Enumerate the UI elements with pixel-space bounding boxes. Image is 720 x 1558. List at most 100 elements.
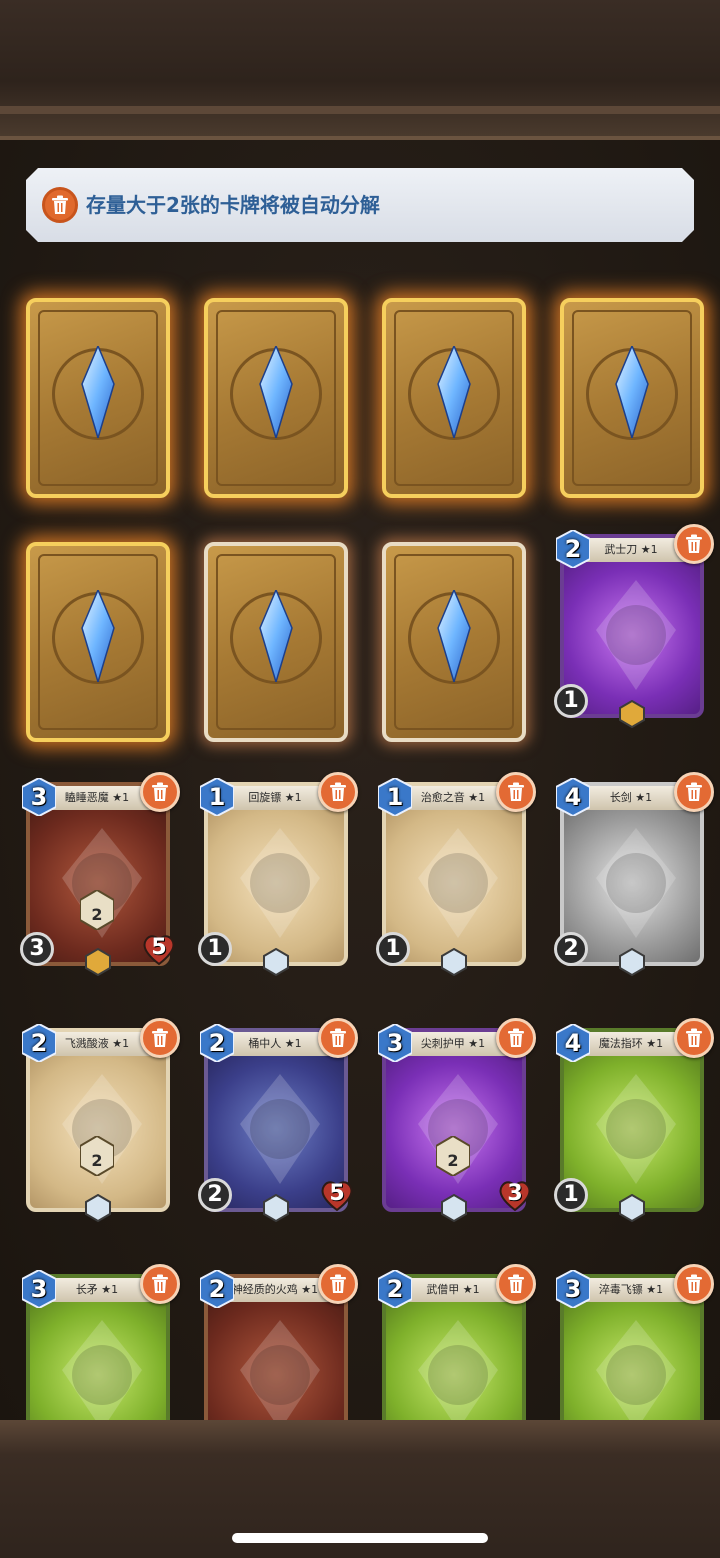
card-art [220,1064,340,1194]
crystal-gem-icon [81,590,115,682]
trash-icon [152,782,168,801]
delete-card-button[interactable] [674,524,714,564]
card[interactable]: 魔法指环 ★1 4 1 [554,1018,714,1228]
health-value: 5 [151,935,167,960]
top-wood-frame [0,0,720,140]
silver-rarity-gem-icon [440,947,468,977]
card[interactable]: 飞溅酸液 ★1 2 2 [22,1018,180,1228]
delete-card-button[interactable] [140,1018,180,1058]
cost-value: 1 [386,783,404,811]
card[interactable]: 尖刺护甲 ★1 2 3 3 [378,1018,536,1228]
silver-rarity-gem-icon [262,1193,290,1223]
trash-icon [686,1028,702,1047]
cost-value: 4 [564,1029,582,1057]
cost-gem: 3 [22,778,56,816]
cost-value: 4 [564,783,582,811]
card[interactable]: 桶中人 ★1 2 2 5 [198,1018,358,1228]
card[interactable]: 回旋镖 ★1 1 1 [198,772,358,982]
cost-gem: 4 [556,1024,590,1062]
ability-badge: 2 [436,1136,470,1176]
card-back[interactable] [560,298,704,498]
attack-value: 1 [554,1178,588,1212]
cost-gem: 1 [200,778,234,816]
health-heart: 3 [498,1178,532,1212]
card-art [576,1064,696,1194]
health-heart: 5 [320,1178,354,1212]
delete-card-button[interactable] [674,772,714,812]
crystal-gem-icon [437,590,471,682]
card-art [576,570,696,700]
trash-icon [330,1274,346,1293]
card-back-frame [204,298,348,498]
crystal-gem-icon [259,346,293,438]
cost-gem: 3 [22,1270,56,1308]
silver-rarity-gem-icon [618,947,646,977]
silver-rarity-gem-icon [262,947,290,977]
trash-icon [508,1274,524,1293]
delete-card-button[interactable] [140,772,180,812]
card[interactable]: 治愈之音 ★1 1 1 [376,772,536,982]
delete-card-button[interactable] [496,1264,536,1304]
delete-card-button[interactable] [318,772,358,812]
card-art [220,818,340,948]
cost-value: 2 [30,1029,48,1057]
trash-icon [686,1274,702,1293]
card-art [576,818,696,948]
cost-gem: 2 [22,1024,56,1062]
delete-card-button[interactable] [140,1264,180,1304]
delete-card-button[interactable] [318,1264,358,1304]
trash-icon [152,1028,168,1047]
card[interactable]: 瞌睡恶魔 ★1 2 3 3 5 [20,772,180,982]
attack-value: 2 [198,1178,232,1212]
delete-card-button[interactable] [674,1264,714,1304]
attack-value: 1 [198,932,232,966]
delete-card-button[interactable] [496,772,536,812]
cost-value: 3 [30,783,48,811]
cost-gem: 3 [378,1024,412,1062]
crystal-gem-icon [437,346,471,438]
silver-rarity-gem-icon [618,1193,646,1223]
card-back-frame [204,542,348,742]
card[interactable]: 武士刀 ★1 2 1 [554,524,714,734]
trash-icon [508,1028,524,1047]
trash-icon [42,187,78,223]
cost-value: 3 [564,1275,582,1303]
trash-icon [330,782,346,801]
delete-card-button[interactable] [318,1018,358,1058]
banner-text: 存量大于2张的卡牌将被自动分解 [86,193,380,217]
health-heart: 5 [142,932,176,966]
gold-rarity-gem-icon [84,947,112,977]
crystal-gem-icon [81,346,115,438]
card-back-frame [26,298,170,498]
ability-badge-value: 2 [447,1151,459,1170]
attack-value: 1 [554,684,588,718]
cost-value: 1 [208,783,226,811]
card-back[interactable] [204,542,348,742]
home-indicator[interactable] [232,1533,488,1543]
card-back[interactable] [382,542,526,742]
card-back[interactable] [204,298,348,498]
ability-badge: 2 [80,890,114,930]
cost-value: 2 [386,1275,404,1303]
card-back[interactable] [382,298,526,498]
cost-value: 3 [386,1029,404,1057]
trash-icon [686,782,702,801]
cost-value: 3 [30,1275,48,1303]
card-back[interactable] [26,298,170,498]
gold-rarity-gem-icon [618,699,646,729]
trash-icon [330,1028,346,1047]
delete-card-button[interactable] [496,1018,536,1058]
card[interactable]: 长剑 ★1 4 2 [554,772,714,982]
card-back-frame [382,298,526,498]
trash-icon [686,534,702,553]
cost-value: 2 [564,535,582,563]
cost-gem: 2 [378,1270,412,1308]
delete-card-button[interactable] [674,1018,714,1058]
cost-gem: 2 [200,1270,234,1308]
card-back-frame [382,542,526,742]
cost-gem: 1 [378,778,412,816]
crystal-gem-icon [259,590,293,682]
attack-value: 2 [554,932,588,966]
card-back[interactable] [26,542,170,742]
trash-icon [152,1274,168,1293]
